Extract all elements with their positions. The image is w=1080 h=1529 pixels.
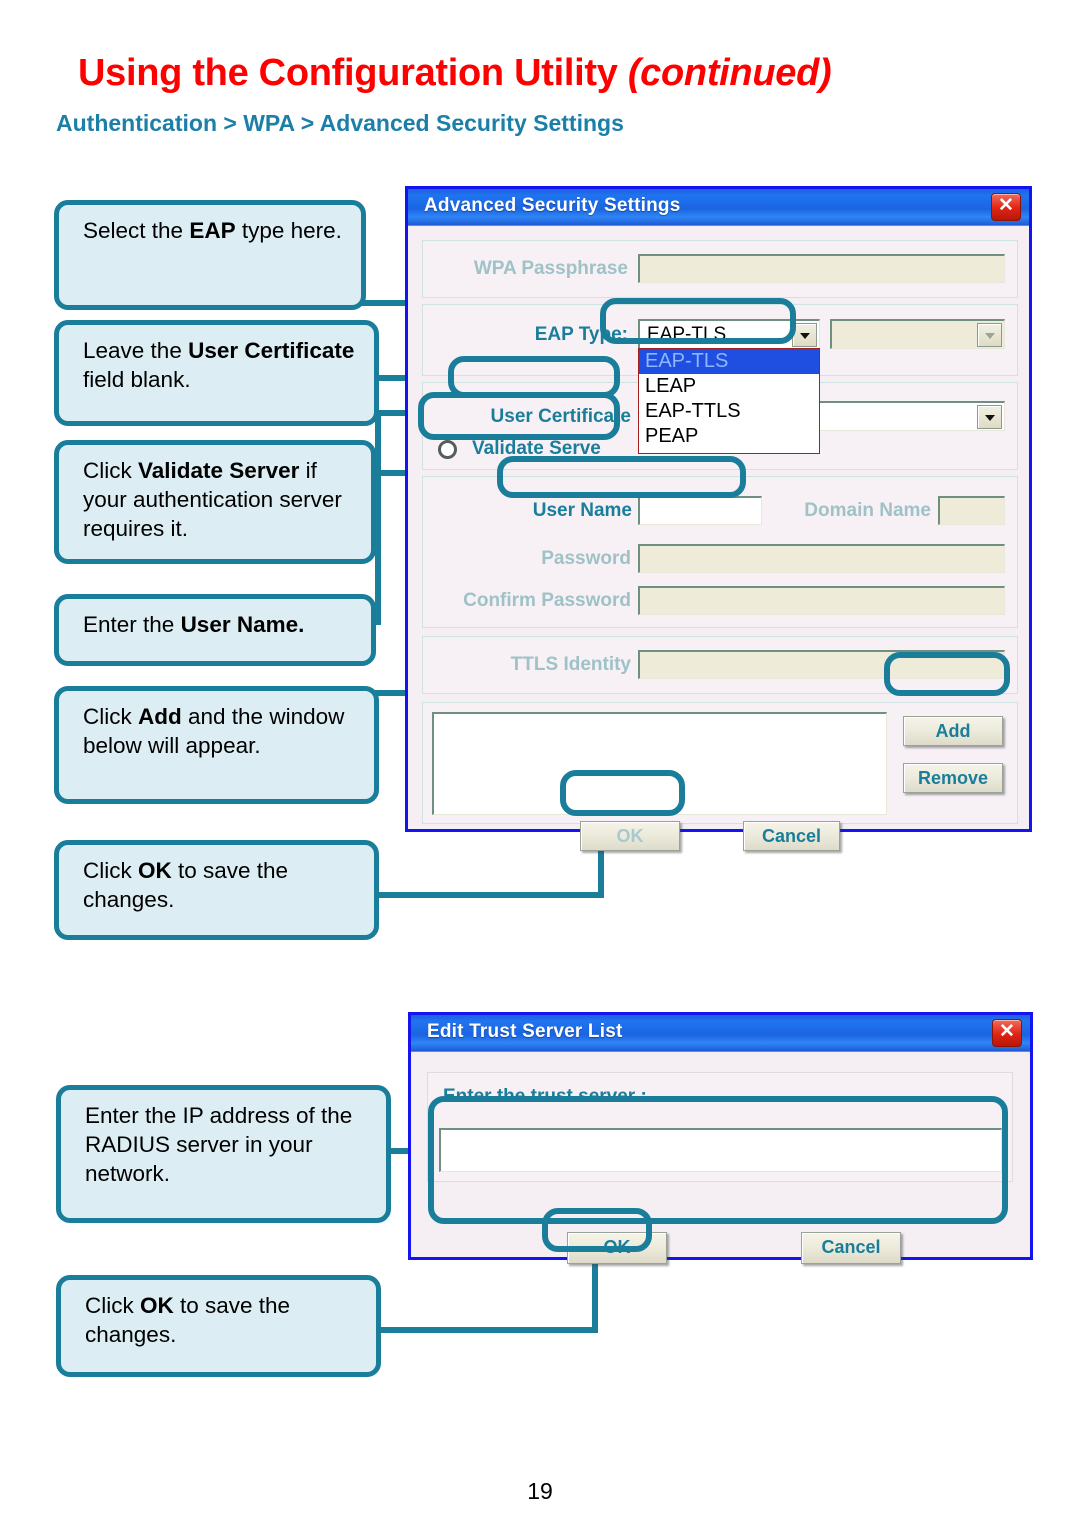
wpa-passphrase-input[interactable] <box>638 254 1005 283</box>
password-label: Password <box>541 548 631 569</box>
password-input[interactable] <box>638 544 1005 573</box>
chevron-down-icon-user-certificate[interactable] <box>977 405 1002 429</box>
eap-type-option-peap[interactable]: PEAP <box>639 424 819 449</box>
cancel-button[interactable]: Cancel <box>743 821 840 851</box>
page-title-main: Using the Configuration Utility <box>78 52 628 94</box>
dialog-advanced-title: Advanced Security Settings <box>424 195 681 216</box>
close-icon[interactable]: ✕ <box>991 193 1021 221</box>
eap-type-option-eap-ttls[interactable]: EAP-TTLS <box>639 399 819 424</box>
ttls-identity-label: TTLS Identity <box>510 654 631 675</box>
trust-server-listbox[interactable] <box>432 712 887 815</box>
dialog-trust-title: Edit Trust Server List <box>427 1021 623 1042</box>
domain-name-input[interactable] <box>938 496 1005 525</box>
eap-type-option-leap[interactable]: LEAP <box>639 374 819 399</box>
add-button[interactable]: Add <box>903 716 1003 746</box>
callout-add-text: Click Add and the window below will appe… <box>83 704 345 758</box>
radio-button-icon[interactable] <box>438 440 457 459</box>
callout-ok-advanced-text: Click OK to save the changes. <box>83 858 289 912</box>
chevron-down-icon-secondary[interactable] <box>977 323 1002 347</box>
remove-button[interactable]: Remove <box>903 763 1003 793</box>
eap-type-dropdown-list[interactable]: EAP-TLS LEAP EAP-TTLS PEAP <box>638 348 820 454</box>
trust-ok-button[interactable]: OK <box>567 1232 667 1264</box>
eap-type-label: EAP Type: <box>534 324 628 345</box>
callout-eap-type: Select the EAP type here. <box>54 200 366 310</box>
dialog-advanced-titlebar[interactable]: Advanced Security Settings ✕ <box>408 189 1029 226</box>
domain-name-label: Domain Name <box>804 500 931 521</box>
connector-ok2-horizontal <box>378 1327 598 1333</box>
user-certificate-label: User Certificate <box>490 406 631 427</box>
callout-user-certificate-text: Leave the User Certificate field blank. <box>83 338 355 392</box>
eap-type-secondary-combo[interactable] <box>830 319 1005 349</box>
chevron-down-icon[interactable] <box>792 323 817 347</box>
confirm-password-input[interactable] <box>638 586 1005 615</box>
eap-type-option-eap-tls[interactable]: EAP-TLS <box>639 349 819 374</box>
ttls-identity-input[interactable] <box>638 650 1005 679</box>
dialog-edit-trust-server-list[interactable]: Edit Trust Server List ✕ Enter the trust… <box>408 1012 1033 1264</box>
close-icon-trust[interactable]: ✕ <box>992 1019 1022 1047</box>
callout-ip-address: Enter the IP address of the RADIUS serve… <box>56 1085 391 1223</box>
trust-server-input[interactable] <box>439 1128 1002 1172</box>
dialog-advanced-security-settings[interactable]: Advanced Security Settings ✕ WPA Passphr… <box>405 186 1032 851</box>
wpa-passphrase-label: WPA Passphrase <box>473 258 628 279</box>
user-name-label: User Name <box>532 500 632 521</box>
connector-ok1-horizontal <box>375 892 604 898</box>
eap-type-combo[interactable]: EAP-TLS <box>638 319 820 349</box>
page-title-continued: (continued) <box>627 52 832 94</box>
callout-ip-address-text: Enter the IP address of the RADIUS serve… <box>85 1103 353 1186</box>
callout-user-name: Enter the User Name. <box>54 594 376 666</box>
callout-user-name-text: Enter the User Name. <box>83 612 305 637</box>
callout-user-certificate: Leave the User Certificate field blank. <box>54 320 379 426</box>
callout-ok-trust-text: Click OK to save the changes. <box>85 1293 291 1347</box>
callout-add: Click Add and the window below will appe… <box>54 686 379 804</box>
trust-server-prompt: Enter the trust server : <box>443 1086 647 1107</box>
confirm-password-label: Confirm Password <box>463 590 631 611</box>
page-root: Using the Configuration Utility (continu… <box>0 0 1080 1529</box>
callout-ok-trust: Click OK to save the changes. <box>56 1275 381 1377</box>
page-number: 19 <box>527 1478 553 1504</box>
page-title: Using the Configuration Utility (continu… <box>78 52 832 95</box>
callout-validate-server: Click Validate Server if your authentica… <box>54 440 376 564</box>
callout-validate-server-text: Click Validate Server if your authentica… <box>83 458 342 541</box>
callout-eap-type-text: Select the EAP type here. <box>83 218 342 243</box>
trust-cancel-button[interactable]: Cancel <box>801 1232 901 1264</box>
validate-server-label: Validate Serve <box>472 438 601 459</box>
eap-type-value: EAP-TLS <box>647 324 727 345</box>
page-subtitle: Authentication > WPA > Advanced Security… <box>56 110 624 136</box>
callout-ok-advanced: Click OK to save the changes. <box>54 840 379 940</box>
ok-button[interactable]: OK <box>580 821 680 851</box>
dialog-trust-titlebar[interactable]: Edit Trust Server List ✕ <box>411 1015 1030 1052</box>
user-name-input[interactable] <box>638 496 762 525</box>
